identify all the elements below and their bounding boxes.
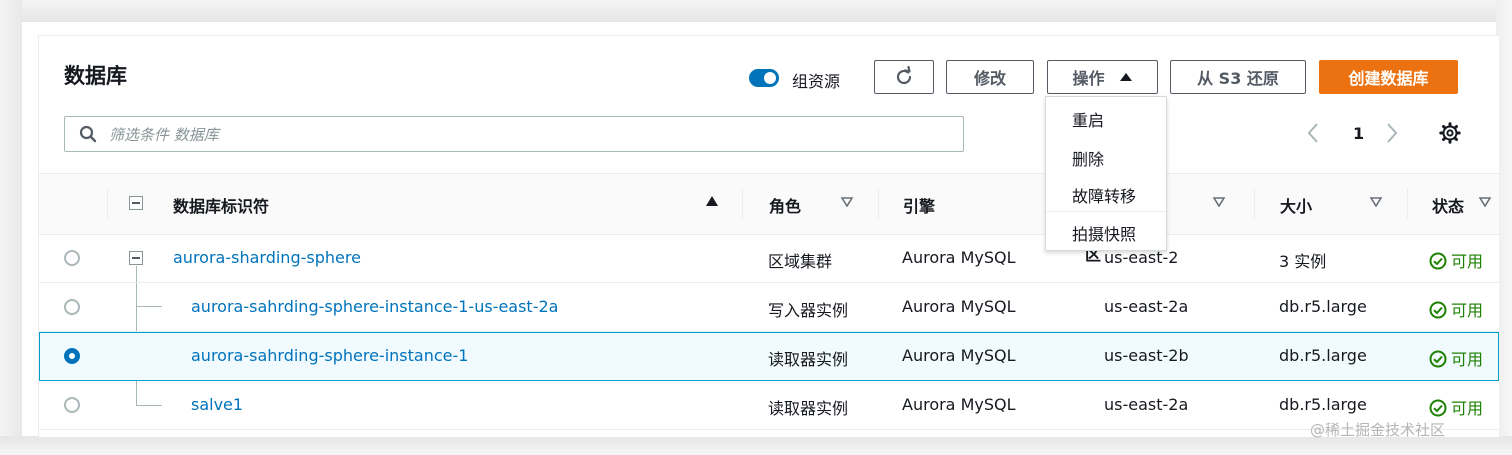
chevron-right-icon[interactable]: [1385, 122, 1399, 144]
caret-up-icon: [1119, 73, 1132, 81]
role-cell: 读取器实例: [768, 399, 849, 418]
collapse-group-icon[interactable]: [129, 251, 143, 265]
search-input[interactable]: [107, 123, 951, 147]
filter-search-box: [64, 116, 964, 152]
toggle-knob: [764, 72, 776, 84]
column-header-size[interactable]: 大小: [1280, 193, 1312, 217]
db-identifier-link[interactable]: aurora-sharding-sphere: [173, 248, 361, 267]
table-row[interactable]: salve1 读取器实例 Aurora MySQL us-east-2a db.…: [39, 381, 1499, 430]
page-title: 数据库: [64, 64, 127, 88]
size-cell: 3 实例: [1279, 252, 1327, 271]
actions-dropdown-menu: 重启 删除 故障转移 拍摄快照: [1045, 96, 1167, 251]
column-divider: [878, 188, 879, 218]
engine-cell: Aurora MySQL: [902, 395, 1016, 414]
az-cell: us-east-2b: [1104, 346, 1189, 365]
column-divider: [742, 188, 743, 218]
actions-button[interactable]: 操作: [1047, 60, 1158, 94]
role-cell: 区域集群: [768, 252, 833, 271]
engine-cell: Aurora MySQL: [902, 248, 1016, 267]
db-identifier-link[interactable]: aurora-sahrding-sphere-instance-1: [191, 346, 468, 365]
status-text: 可用: [1451, 399, 1484, 418]
restore-from-s3-button[interactable]: 从 S3 还原: [1170, 60, 1306, 94]
db-identifier-link[interactable]: aurora-sahrding-sphere-instance-1-us-eas…: [191, 297, 558, 316]
column-header-status[interactable]: 状态: [1432, 193, 1464, 217]
refresh-button[interactable]: [874, 60, 934, 94]
table-row-selected[interactable]: aurora-sahrding-sphere-instance-1 读取器实例 …: [39, 332, 1499, 381]
chevron-left-icon[interactable]: [1306, 122, 1320, 144]
row-radio-selected[interactable]: [64, 348, 80, 364]
engine-cell: Aurora MySQL: [902, 346, 1016, 365]
refresh-icon: [896, 66, 912, 85]
size-cell: db.r5.large: [1279, 346, 1367, 365]
row-radio[interactable]: [64, 250, 80, 266]
sort-icon[interactable]: [1213, 197, 1225, 207]
column-header-engine[interactable]: 引擎: [903, 193, 935, 217]
check-circle-icon: [1429, 399, 1447, 417]
column-header-identifier[interactable]: 数据库标识符: [173, 193, 269, 217]
screenshot-frame-top: [0, 0, 1512, 22]
az-cell: us-east-2a: [1104, 395, 1189, 414]
check-circle-icon: [1429, 350, 1447, 368]
column-divider: [107, 188, 108, 218]
group-resources-label: 组资源: [792, 72, 841, 91]
status-text: 可用: [1451, 350, 1484, 369]
watermark: @稀土掘金技术社区: [1310, 421, 1446, 439]
column-divider: [1407, 188, 1408, 218]
gear-icon[interactable]: [1439, 122, 1461, 144]
column-divider: [1254, 188, 1255, 218]
db-identifier-link[interactable]: salve1: [191, 395, 243, 414]
sort-icon[interactable]: [841, 197, 853, 207]
size-cell: db.r5.large: [1279, 395, 1367, 414]
actions-label: 操作: [1072, 69, 1105, 88]
status-badge: 可用: [1429, 395, 1483, 419]
status-badge: 可用: [1429, 248, 1483, 272]
status-text: 可用: [1451, 301, 1484, 320]
create-database-button[interactable]: 创建数据库: [1319, 60, 1458, 94]
check-circle-icon: [1429, 252, 1447, 270]
role-cell: 写入器实例: [768, 301, 849, 320]
row-radio[interactable]: [64, 397, 80, 413]
search-icon: [79, 125, 97, 143]
screenshot-frame-bottom: [0, 436, 1512, 455]
menu-item-delete[interactable]: 删除: [1072, 146, 1104, 170]
databases-panel: 数据库 组资源 修改 操作 从 S3 还原 创建数据库 1: [38, 35, 1499, 437]
sort-icon[interactable]: [1479, 197, 1491, 207]
menu-divider: [1046, 211, 1166, 212]
role-cell: 读取器实例: [768, 350, 849, 369]
az-cell: us-east-2a: [1104, 297, 1189, 316]
menu-item-reboot[interactable]: 重启: [1072, 107, 1104, 131]
page-number[interactable]: 1: [1353, 124, 1364, 143]
size-cell: db.r5.large: [1279, 297, 1367, 316]
menu-item-failover[interactable]: 故障转移: [1072, 183, 1136, 207]
check-circle-icon: [1429, 301, 1447, 319]
sort-ascending-icon[interactable]: [705, 195, 719, 207]
collapse-all-icon[interactable]: [129, 196, 143, 210]
modify-button[interactable]: 修改: [946, 60, 1034, 94]
screenshot-frame-left: [0, 0, 22, 455]
menu-item-take-snapshot[interactable]: 拍摄快照: [1072, 221, 1136, 245]
row-radio[interactable]: [64, 299, 80, 315]
table-row[interactable]: aurora-sahrding-sphere-instance-1-us-eas…: [39, 283, 1499, 332]
table-row[interactable]: aurora-sharding-sphere 区域集群 Aurora MySQL…: [39, 234, 1499, 283]
status-badge: 可用: [1429, 297, 1483, 321]
column-header-role[interactable]: 角色: [769, 193, 801, 217]
status-badge: 可用: [1429, 346, 1483, 370]
table-header: 数据库标识符 角色 引擎 可用区 大小 状态: [39, 173, 1499, 264]
group-resources-toggle[interactable]: [749, 69, 779, 87]
engine-cell: Aurora MySQL: [902, 297, 1016, 316]
status-text: 可用: [1451, 252, 1484, 271]
sort-icon[interactable]: [1370, 197, 1382, 207]
